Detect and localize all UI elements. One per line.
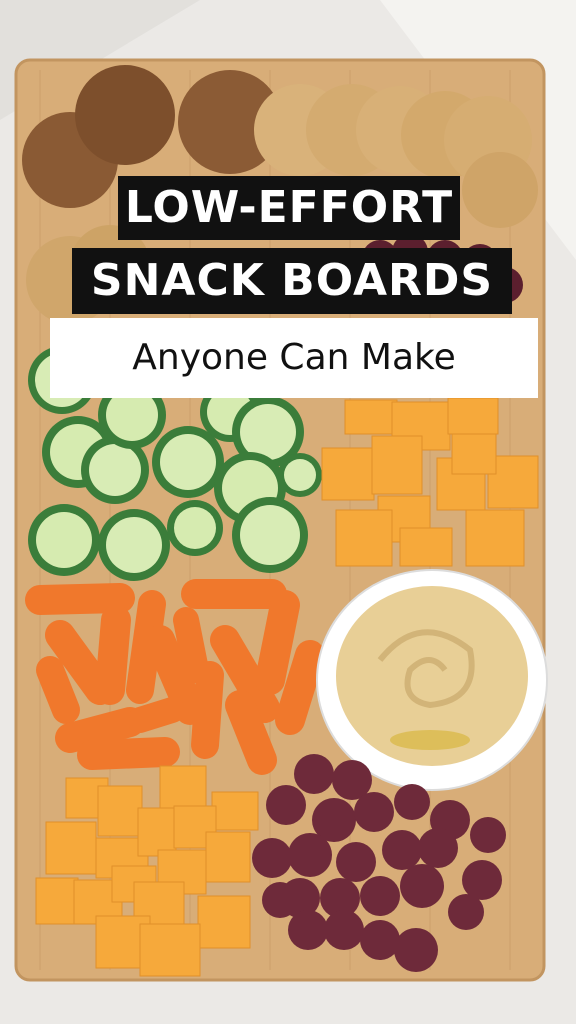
- snack-board-photo: [0, 0, 576, 1024]
- title-line-1: LOW-EFFORT: [118, 176, 460, 240]
- title-line-2: SNACK BOARDS: [72, 248, 512, 314]
- hummus-bowl: [316, 569, 548, 791]
- subtitle: Anyone Can Make: [50, 318, 538, 398]
